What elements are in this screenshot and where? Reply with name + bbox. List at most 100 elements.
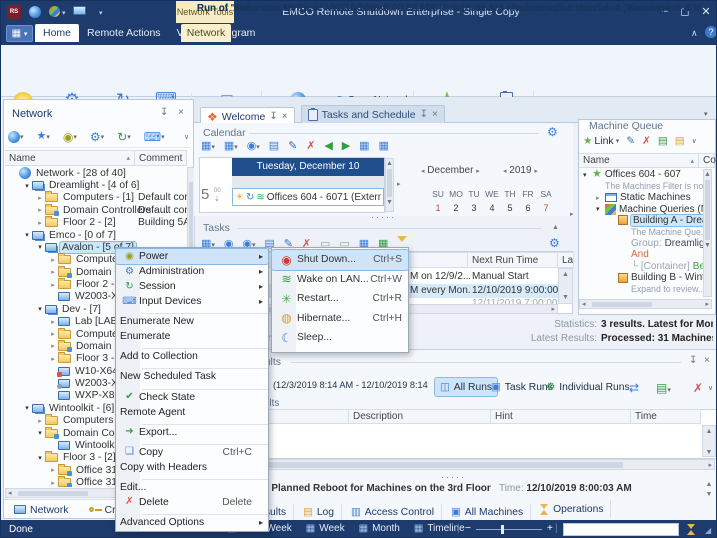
help-icon[interactable]: ? (705, 26, 717, 38)
new-schedule-icon[interactable]: ▦▾ (201, 139, 215, 152)
submenu-item[interactable]: ◉ Shut Down... Ctrl+S (272, 250, 408, 270)
expander-icon[interactable] (596, 194, 605, 202)
menu-item[interactable]: Add to Collection (116, 349, 268, 364)
close-tab-icon[interactable]: × (432, 109, 438, 120)
queue-item-label[interactable]: Static Machines (620, 192, 691, 203)
expander-icon[interactable] (35, 305, 45, 313)
expander-icon[interactable] (48, 355, 58, 363)
compare-icon[interactable]: ⇄ (629, 381, 639, 395)
day-cell[interactable]: 3 (465, 203, 483, 213)
column-header-name[interactable]: Name▴ (5, 150, 135, 166)
toolbar-button[interactable]: ⚙▾ (90, 131, 104, 143)
menu-item[interactable]: ◉ Power (116, 249, 268, 264)
menu-item[interactable]: Advanced Options (116, 515, 268, 530)
task-cell-schedule[interactable]: M every Mon... (410, 285, 470, 296)
menu-item[interactable]: ➜ Export... (116, 425, 268, 440)
close-panel-icon[interactable]: × (704, 355, 710, 366)
calendar-settings-gear-icon[interactable]: ⚙ (547, 125, 558, 139)
tasks-gear-icon[interactable]: ⚙ (549, 236, 560, 250)
menu-item[interactable]: Remote Agent (116, 405, 268, 420)
queue-row[interactable]: Machine Queries (Net... (579, 203, 703, 214)
queue-row[interactable]: └ [Container] Begins w... (579, 261, 703, 272)
expander-icon[interactable] (596, 205, 605, 213)
zoom-out-button[interactable]: − (465, 523, 471, 534)
queue-row[interactable]: Building B - Wint... (579, 272, 703, 283)
queue-item-label[interactable]: Begins w... (693, 261, 703, 272)
filter-icon[interactable] (397, 236, 407, 247)
expander-icon[interactable] (48, 268, 58, 276)
tasks-col-next-run[interactable]: Next Run Time (468, 252, 558, 268)
queue-row[interactable]: Expand to review... ∨ (579, 283, 703, 294)
tasks-col-last[interactable]: La (558, 252, 574, 268)
toolbar-button[interactable]: ★▾ (37, 131, 50, 142)
task-cell-next[interactable]: 12/10/2019 9:00:00 AM (472, 285, 558, 296)
delete-icon[interactable]: ✗ (306, 139, 315, 152)
queue-item-label[interactable]: Machine Queries (Net... (619, 204, 703, 215)
tree-row[interactable]: Computers - [1] Default conta... (5, 192, 187, 204)
tree-item-label[interactable]: Dev - [7] (60, 304, 103, 315)
next-icon[interactable]: ▶ (342, 139, 350, 152)
next-year-icon[interactable]: ▸ (534, 168, 538, 175)
menu-item[interactable]: ↻ Session (116, 279, 268, 294)
tree-item-label[interactable]: Wintoolkit - [6] (47, 403, 116, 414)
queue-row[interactable]: ★ Offices 604 - 607 (579, 169, 703, 180)
resize-grip[interactable]: ◢ (705, 526, 711, 535)
results-col-time[interactable]: Time (631, 409, 701, 424)
pin-icon[interactable]: ↧ (160, 107, 168, 118)
qat-overflow-icon[interactable]: ▾ (99, 9, 103, 17)
menu-item[interactable]: New Scheduled Task (116, 369, 268, 384)
queue-col-name[interactable]: Name▴ (579, 153, 699, 168)
queue-col-comment[interactable]: Co (699, 153, 715, 168)
new-task-icon[interactable]: ▦▾ (224, 139, 238, 152)
ribbon-tab[interactable]: Home (35, 24, 79, 42)
panel-tab[interactable]: Network (4, 500, 79, 519)
splitter-dots[interactable]: ····· (441, 472, 466, 482)
close-tab-icon[interactable]: × (282, 111, 288, 122)
menu-item[interactable]: ✔ Check State (116, 390, 268, 405)
delete-icon[interactable]: ✗ (642, 135, 651, 147)
expander-icon[interactable] (35, 194, 45, 202)
expander-icon[interactable] (35, 243, 45, 251)
menu-item[interactable]: Enumerate New (116, 314, 268, 329)
view-grid-icon[interactable]: ▦ (378, 139, 388, 152)
expander-icon[interactable] (48, 342, 58, 350)
queue-item-label[interactable]: Building B - Wint... (631, 272, 703, 283)
queue-item-label[interactable]: The Machines Filter is not... (605, 181, 703, 191)
qat-theme-icon[interactable] (49, 6, 60, 17)
results-col-description[interactable]: Description (349, 409, 491, 424)
qat-theme-arrow-icon[interactable]: ▾ (62, 9, 66, 17)
menu-item[interactable]: Copy with Headers (116, 460, 268, 475)
expander-icon[interactable] (22, 231, 32, 239)
expander-icon[interactable] (48, 330, 58, 338)
pin-icon[interactable]: ↧ (420, 109, 428, 120)
tree-row[interactable]: Domain Controllers - ... Default conta..… (5, 204, 187, 216)
results-tab[interactable]: ▥Access Control (344, 504, 442, 522)
results-col-hint[interactable]: Hint (491, 409, 631, 424)
expander-icon[interactable] (48, 256, 58, 264)
menu-item[interactable]: Enumerate (116, 329, 268, 344)
queue-item-label[interactable]: Building A - Drea... (631, 215, 703, 226)
toolbar-overflow-icon[interactable]: ∨ (692, 137, 697, 145)
expander-icon[interactable] (35, 219, 45, 227)
run-icon[interactable]: ◉▾ (247, 139, 260, 152)
task-cell-schedule[interactable]: M on 12/9/2... (410, 271, 470, 282)
expander-icon[interactable] (48, 318, 58, 326)
menu-item[interactable]: ⚙ Administration (116, 264, 268, 279)
prev-icon[interactable]: ◀ (324, 139, 332, 152)
tree-item-label[interactable]: Computers - [1] (61, 192, 136, 203)
toolbar-overflow-icon[interactable]: ∨ (708, 384, 713, 392)
results-tab[interactable]: ▤Log (296, 504, 342, 522)
tree-item-label[interactable]: Floor 3 - [2] (61, 452, 118, 463)
zoom-slider-track[interactable] (476, 529, 542, 530)
next-month-icon[interactable]: ▸ (476, 168, 480, 175)
menu-item[interactable]: ⌨ Input Devices (116, 294, 268, 309)
expander-icon[interactable] (35, 206, 45, 214)
expander-icon[interactable] (35, 454, 45, 462)
expander-icon[interactable] (35, 429, 45, 437)
results-tab[interactable]: ▣All Machines (444, 504, 531, 522)
list-view-icon[interactable]: ▤ (658, 135, 668, 147)
calendar-day-header[interactable]: Tuesday, December 10 (232, 158, 384, 176)
day-cell[interactable]: 4 (483, 203, 501, 213)
edit-icon[interactable]: ✎ (288, 139, 297, 152)
date-range-button[interactable]: (12/3/2019 8:14 AM - 12/10/2019 8:14 AM)… (273, 380, 429, 390)
